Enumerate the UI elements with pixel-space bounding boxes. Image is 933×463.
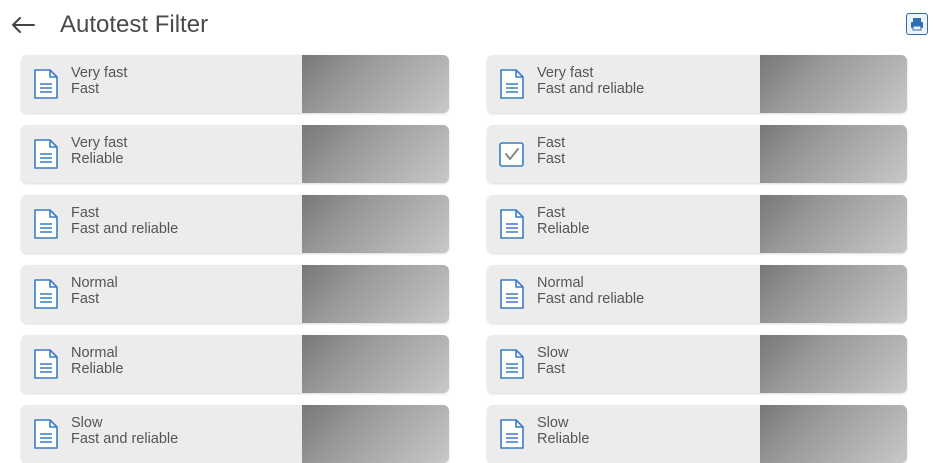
tile-line-1: Normal (71, 345, 118, 361)
tile-thumbnail (760, 265, 907, 323)
document-icon (499, 279, 525, 309)
filter-tile[interactable]: Normal Fast and reliable (487, 265, 907, 323)
filter-tile[interactable]: Fast Reliable (487, 195, 907, 253)
tile-labels: Normal Fast and reliable (537, 275, 644, 307)
tile-line-2: Fast (71, 291, 100, 307)
document-icon (499, 209, 525, 239)
tile-labels: Slow Fast (537, 345, 568, 377)
tile-thumbnail (302, 405, 449, 463)
tile-thumbnail (760, 125, 907, 183)
filter-tile[interactable]: Very fast Fast (21, 55, 449, 113)
tile-line-1: Very fast (71, 65, 128, 81)
header: Autotest Filter (0, 0, 933, 48)
tile-thumbnail (302, 55, 449, 113)
filter-grid: Very fast Fast Very fast Fast and reliable… (21, 55, 907, 463)
checkbox-checked-icon (499, 139, 525, 169)
filter-tile[interactable]: Slow Fast and reliable (21, 405, 449, 463)
tile-line-2: Fast and reliable (537, 291, 645, 307)
document-icon (33, 139, 59, 169)
tile-line-2: Fast and reliable (71, 431, 179, 447)
filter-tile[interactable]: Slow Reliable (487, 405, 907, 463)
tile-thumbnail (302, 335, 449, 393)
tile-labels: Very fast Fast (71, 65, 127, 97)
tile-thumbnail (760, 195, 907, 253)
filter-tile[interactable]: Normal Reliable (21, 335, 449, 393)
document-icon (499, 419, 525, 449)
filter-tile[interactable]: Very fast Reliable (21, 125, 449, 183)
document-icon (499, 69, 525, 99)
tile-line-2: Reliable (537, 431, 590, 447)
tile-labels: Normal Reliable (71, 345, 123, 377)
filter-tile[interactable]: Fast Fast (487, 125, 907, 183)
document-icon (33, 349, 59, 379)
filter-tile[interactable]: Slow Fast (487, 335, 907, 393)
tile-thumbnail (302, 125, 449, 183)
tile-line-2: Reliable (71, 361, 124, 377)
filter-tile[interactable]: Fast Fast and reliable (21, 195, 449, 253)
tile-labels: Very fast Reliable (71, 135, 127, 167)
tile-line-1: Slow (537, 415, 569, 431)
tile-line-1: Slow (537, 345, 569, 361)
tile-labels: Very fast Fast and reliable (537, 65, 644, 97)
tile-line-2: Fast and reliable (71, 221, 179, 237)
tile-thumbnail (302, 265, 449, 323)
tile-line-1: Fast (537, 205, 566, 221)
tile-thumbnail (760, 405, 907, 463)
filter-tile[interactable]: Very fast Fast and reliable (487, 55, 907, 113)
tile-line-1: Very fast (537, 65, 594, 81)
tile-line-2: Fast (71, 81, 100, 97)
document-icon (33, 209, 59, 239)
print-button[interactable] (906, 13, 928, 35)
tile-line-1: Very fast (71, 135, 128, 151)
tile-line-1: Normal (537, 275, 584, 291)
tile-labels: Slow Reliable (537, 415, 589, 447)
tile-labels: Fast Reliable (537, 205, 589, 237)
tile-line-1: Slow (71, 415, 103, 431)
tile-labels: Slow Fast and reliable (71, 415, 178, 447)
tile-thumbnail (302, 195, 449, 253)
back-button[interactable] (6, 10, 40, 40)
document-icon (33, 419, 59, 449)
tile-line-2: Fast (537, 361, 566, 377)
tile-thumbnail (760, 335, 907, 393)
arrow-left-icon (12, 17, 35, 33)
tile-labels: Fast Fast and reliable (71, 205, 178, 237)
tile-line-1: Normal (71, 275, 118, 291)
page-title: Autotest Filter (60, 11, 209, 38)
tile-labels: Fast Fast (537, 135, 565, 167)
tile-thumbnail (760, 55, 907, 113)
document-icon (33, 279, 59, 309)
printer-icon (911, 18, 923, 31)
tile-line-2: Reliable (537, 221, 590, 237)
filter-tile[interactable]: Normal Fast (21, 265, 449, 323)
tile-line-2: Fast (537, 151, 566, 167)
document-icon (499, 349, 525, 379)
tile-line-2: Reliable (71, 151, 124, 167)
tile-labels: Normal Fast (71, 275, 118, 307)
tile-line-1: Fast (537, 135, 566, 151)
tile-line-2: Fast and reliable (537, 81, 645, 97)
tile-line-1: Fast (71, 205, 100, 221)
document-icon (33, 69, 59, 99)
